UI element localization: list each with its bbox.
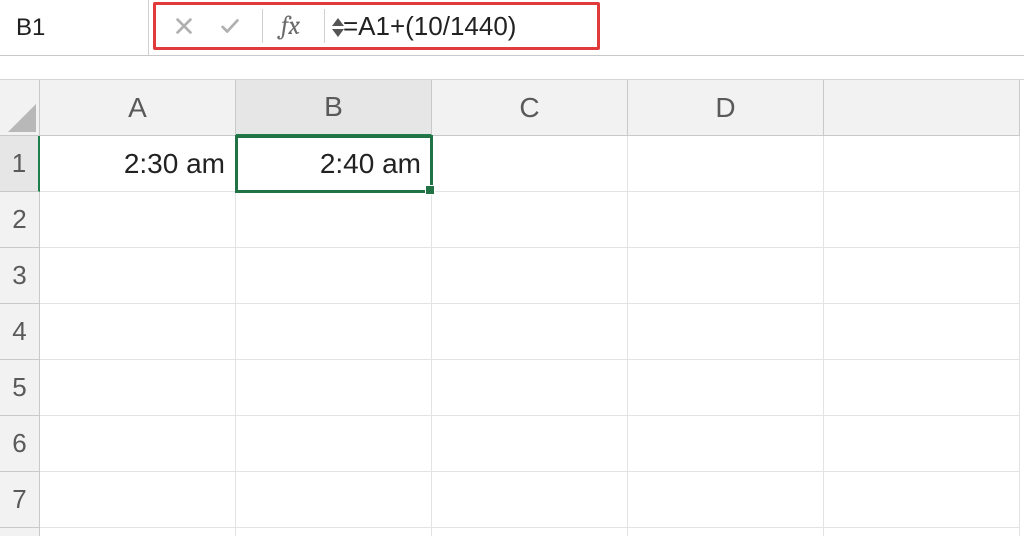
- cell-E5[interactable]: [824, 360, 1020, 416]
- check-icon: [219, 15, 241, 37]
- cell-E1[interactable]: [824, 136, 1020, 192]
- select-all-corner[interactable]: [0, 80, 40, 136]
- column-header-D[interactable]: D: [628, 80, 824, 136]
- cell-C8[interactable]: [432, 528, 628, 536]
- cell-C3[interactable]: [432, 248, 628, 304]
- cell-D2[interactable]: [628, 192, 824, 248]
- row-header-3[interactable]: 3: [0, 248, 40, 304]
- cell-E6[interactable]: [824, 416, 1020, 472]
- cell-C2[interactable]: [432, 192, 628, 248]
- formula-bar-spacer: [604, 0, 1024, 55]
- cell-D4[interactable]: [628, 304, 824, 360]
- cell-B4[interactable]: [236, 304, 432, 360]
- formula-input[interactable]: [343, 11, 583, 42]
- name-box-container: [0, 0, 149, 55]
- row-header-4[interactable]: 4: [0, 304, 40, 360]
- row-header-8[interactable]: 8: [0, 528, 40, 536]
- cell-D5[interactable]: [628, 360, 824, 416]
- column-header-C[interactable]: C: [432, 80, 628, 136]
- column-header-A[interactable]: A: [40, 80, 236, 136]
- cancel-formula-button[interactable]: [170, 6, 198, 46]
- formula-bar: fx: [0, 0, 1024, 56]
- cell-C7[interactable]: [432, 472, 628, 528]
- cell-E4[interactable]: [824, 304, 1020, 360]
- column-header-E[interactable]: [824, 80, 1020, 136]
- row-header-2[interactable]: 2: [0, 192, 40, 248]
- cell-B1[interactable]: 2:40 am: [236, 136, 432, 192]
- cell-B7[interactable]: [236, 472, 432, 528]
- formula-highlight-box: fx: [153, 2, 600, 50]
- divider: [262, 9, 263, 43]
- toolbar-spacer: [0, 56, 1024, 80]
- spreadsheet-grid: A B C D 1 2:30 am 2:40 am 2 3 4 5 6 7 8: [0, 80, 1024, 536]
- cell-C6[interactable]: [432, 416, 628, 472]
- cell-C4[interactable]: [432, 304, 628, 360]
- cell-B3[interactable]: [236, 248, 432, 304]
- cell-C1[interactable]: [432, 136, 628, 192]
- cell-A4[interactable]: [40, 304, 236, 360]
- close-icon: [173, 15, 195, 37]
- cell-D8[interactable]: [628, 528, 824, 536]
- cell-D6[interactable]: [628, 416, 824, 472]
- cell-D1[interactable]: [628, 136, 824, 192]
- cell-A7[interactable]: [40, 472, 236, 528]
- cell-A1[interactable]: 2:30 am: [40, 136, 236, 192]
- cell-D7[interactable]: [628, 472, 824, 528]
- cell-A5[interactable]: [40, 360, 236, 416]
- cell-E2[interactable]: [824, 192, 1020, 248]
- fx-icon[interactable]: fx: [281, 11, 306, 41]
- cell-A2[interactable]: [40, 192, 236, 248]
- cell-D3[interactable]: [628, 248, 824, 304]
- confirm-formula-button[interactable]: [216, 6, 244, 46]
- divider: [324, 9, 325, 43]
- row-header-5[interactable]: 5: [0, 360, 40, 416]
- cell-A6[interactable]: [40, 416, 236, 472]
- cell-A8[interactable]: [40, 528, 236, 536]
- cell-E8[interactable]: [824, 528, 1020, 536]
- row-header-6[interactable]: 6: [0, 416, 40, 472]
- row-header-7[interactable]: 7: [0, 472, 40, 528]
- cell-B2[interactable]: [236, 192, 432, 248]
- cell-A3[interactable]: [40, 248, 236, 304]
- cell-B8[interactable]: [236, 528, 432, 536]
- cell-E3[interactable]: [824, 248, 1020, 304]
- cell-B5[interactable]: [236, 360, 432, 416]
- cell-E7[interactable]: [824, 472, 1020, 528]
- row-header-1[interactable]: 1: [0, 136, 40, 192]
- cell-C5[interactable]: [432, 360, 628, 416]
- column-header-B[interactable]: B: [236, 80, 432, 136]
- cell-B6[interactable]: [236, 416, 432, 472]
